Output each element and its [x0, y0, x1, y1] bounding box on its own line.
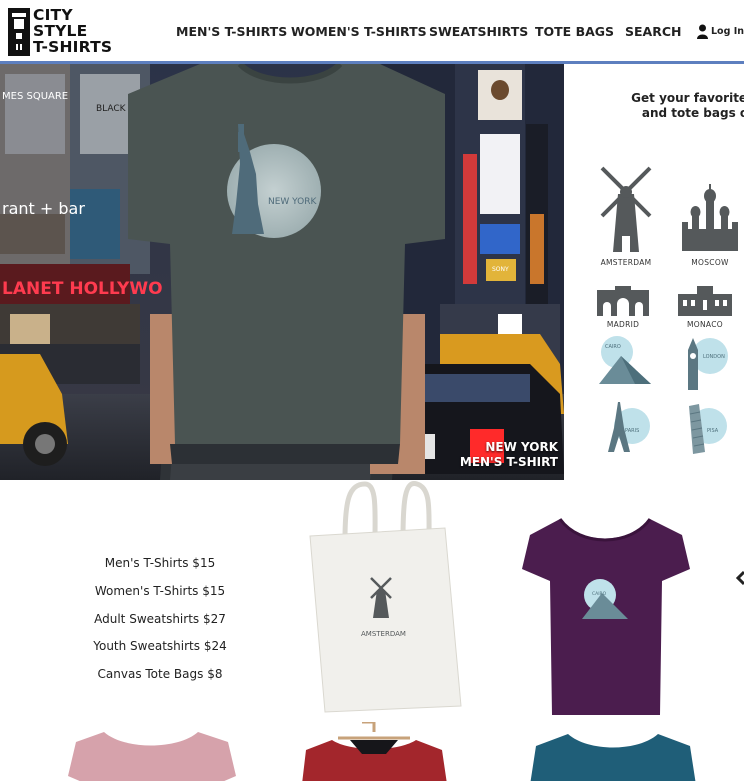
- city-paris[interactable]: PARIS: [596, 402, 656, 460]
- city-pisa[interactable]: PISA: [675, 402, 735, 460]
- city-amsterdam[interactable]: AMSTERDAM: [596, 162, 656, 267]
- paris-print: PARIS: [625, 428, 639, 434]
- cairo-print: CAIRO: [605, 344, 621, 350]
- price-list: Men's T-Shirts $15 Women's T-Shirts $15 …: [80, 550, 240, 689]
- city-monaco[interactable]: MONACO: [675, 286, 735, 329]
- price-mens-tshirts: Men's T-Shirts $15: [104, 556, 216, 570]
- hero-sign-hollywood: LANET HOLLYWO: [2, 279, 163, 299]
- price-adult-sweatshirts: Adult Sweatshirts $27: [94, 611, 226, 626]
- hero-sign-black: BLACK: [96, 104, 127, 114]
- hero-caption: NEW YORK MEN'S T-SHIRT: [460, 440, 558, 470]
- pisa-print: PISA: [707, 428, 719, 434]
- pyramid-icon: CAIRO: [599, 336, 651, 384]
- hero-banner[interactable]: rant + bar MES SQUARE BLACK LANET HOLLYW…: [0, 64, 564, 480]
- gate-icon: [597, 286, 649, 316]
- site-logo[interactable]: CITY STYLE T-SHIRTS: [8, 7, 128, 57]
- nav-tote-bags[interactable]: TOTE BAGS: [535, 24, 614, 39]
- login-label: Log In: [711, 25, 744, 37]
- product-womens-purple-tshirt[interactable]: CAIRO: [520, 515, 692, 720]
- hero-shirt-print: NEW YORK: [268, 197, 318, 207]
- teal-tshirt-image: [530, 734, 696, 781]
- chevron-right-icon: [735, 570, 744, 586]
- user-icon: [697, 24, 708, 39]
- logo-line1: CITY: [33, 6, 73, 24]
- city-panel-tagline: Get your favorite city d and tote bags o…: [610, 91, 744, 121]
- city-panel: Get your favorite city d and tote bags o…: [564, 64, 744, 480]
- login-link[interactable]: Log In: [697, 22, 744, 40]
- eiffel-tower-icon: PARIS: [608, 402, 650, 452]
- hero-caption-line1: NEW YORK: [485, 440, 558, 454]
- nav-womens-tshirts[interactable]: WOMEN'S T-SHIRTS: [291, 24, 427, 39]
- price-youth-sweatshirts: Youth Sweatshirts $24: [93, 639, 227, 654]
- windmill-icon: [600, 166, 652, 252]
- big-ben-icon: LONDON: [688, 338, 728, 390]
- hero-sign-sony: SONY: [492, 266, 509, 273]
- tote-print-label: AMSTERDAM: [361, 630, 406, 638]
- hero-sign-restaurant: rant + bar: [2, 199, 85, 218]
- tagline-line2: and tote bags of ma: [641, 106, 744, 120]
- nav-sweatshirts[interactable]: SWEATSHIRTS: [429, 24, 528, 39]
- city-london[interactable]: LONDON: [676, 336, 736, 394]
- nav-search[interactable]: SEARCH: [625, 24, 681, 39]
- city-madrid-label: MADRID: [606, 320, 640, 329]
- logo-line2: STYLE: [33, 22, 88, 40]
- city-cairo[interactable]: CAIRO: [595, 336, 655, 390]
- price-tote-bags: Canvas Tote Bags $8: [97, 667, 223, 681]
- carousel-next-arrow[interactable]: [735, 568, 744, 588]
- leaning-tower-icon: PISA: [689, 404, 727, 454]
- red-tshirt-image: [302, 722, 447, 781]
- product-tote-bag[interactable]: AMSTERDAM: [305, 480, 465, 720]
- tagline-line1: Get your favorite city d: [631, 91, 744, 105]
- city-moscow[interactable]: MOSCOW: [680, 184, 740, 267]
- product-womens-pink-tshirt[interactable]: [66, 728, 238, 781]
- hero-image: rant + bar MES SQUARE BLACK LANET HOLLYW…: [0, 64, 564, 480]
- price-womens-tshirts: Women's T-Shirts $15: [94, 583, 226, 598]
- pink-tshirt-image: [68, 732, 236, 781]
- logo-wordmark: CITY STYLE T-SHIRTS: [33, 7, 112, 55]
- purple-shirt-print: CAIRO: [592, 591, 607, 597]
- hero-sign-times-square: MES SQUARE: [2, 91, 68, 102]
- london-print: LONDON: [703, 354, 725, 360]
- purple-tshirt-image: CAIRO: [522, 518, 690, 715]
- city-amsterdam-label: AMSTERDAM: [600, 258, 652, 267]
- tote-bag-image: AMSTERDAM: [309, 481, 462, 713]
- product-teal-tshirt[interactable]: [528, 730, 698, 781]
- hero-caption-line2: MEN'S T-SHIRT: [459, 455, 558, 469]
- product-mens-red-tshirt[interactable]: [302, 722, 447, 781]
- city-moscow-label: MOSCOW: [691, 258, 729, 267]
- cathedral-icon: [682, 184, 738, 251]
- city-monaco-label: MONACO: [687, 320, 723, 329]
- nav-mens-tshirts[interactable]: MEN'S T-SHIRTS: [176, 24, 287, 39]
- palace-icon: [678, 286, 732, 316]
- site-header: CITY STYLE T-SHIRTS MEN'S T-SHIRTS WOMEN…: [0, 0, 744, 64]
- logo-tower-icon: [8, 8, 30, 56]
- logo-line3: T-SHIRTS: [33, 38, 113, 56]
- city-madrid[interactable]: MADRID: [593, 286, 653, 329]
